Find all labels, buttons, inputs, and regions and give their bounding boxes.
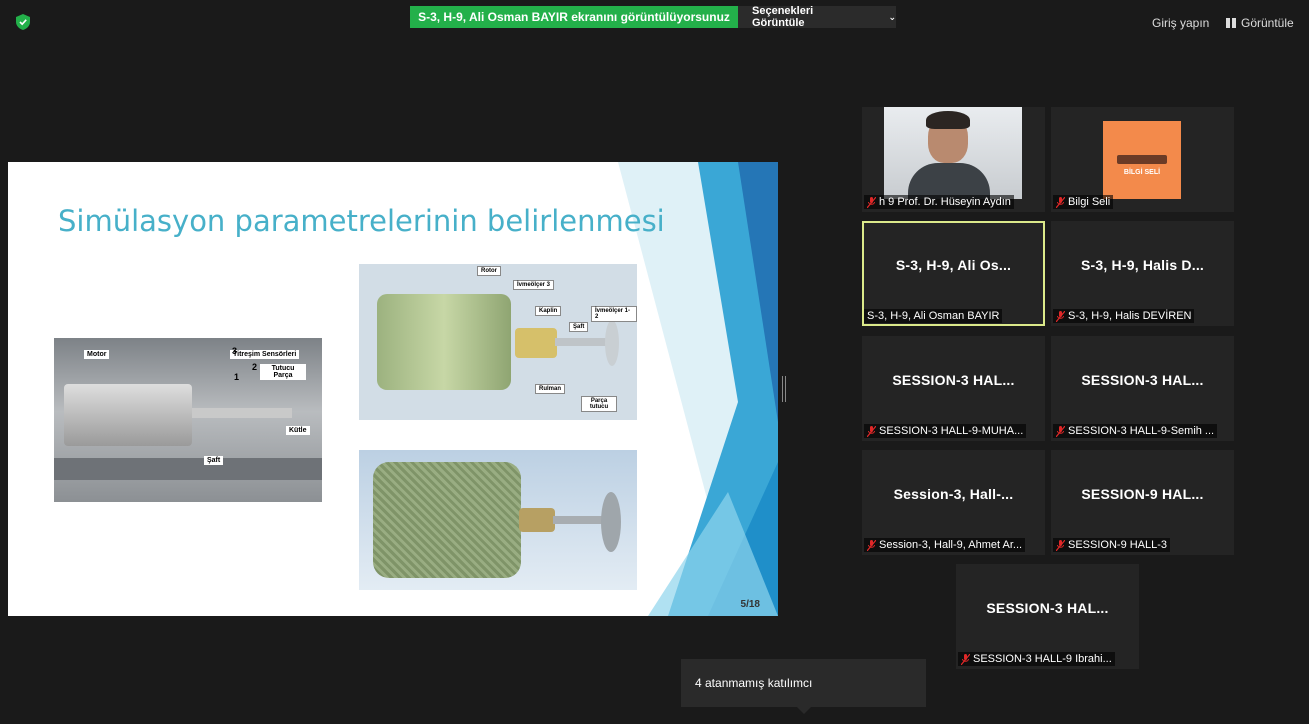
participant-name: S-3, H-9, Halis DEVİREN	[1068, 310, 1192, 322]
view-button-label: Görüntüle	[1241, 16, 1294, 30]
participant-name: Session-3, Hall-9, Ahmet Ar...	[879, 539, 1023, 551]
signin-link[interactable]: Giriş yapın	[1152, 16, 1209, 30]
mic-muted-icon	[867, 196, 876, 208]
participant-name-label: SESSION-9 HALL-3	[1053, 538, 1171, 552]
participant-display-name: SESSION-3 HAL...	[892, 371, 1015, 388]
participant-tile[interactable]: SESSION-3 HAL... SESSION-3 HALL-9 Ibrahi…	[956, 564, 1139, 669]
participant-video	[884, 107, 1022, 199]
participant-display-name: S-3, H-9, Ali Os...	[895, 256, 1012, 273]
test-rig-photo: Motor Titreşim Sensörleri Tutucu Parça K…	[54, 338, 322, 502]
mic-muted-icon	[1056, 539, 1065, 551]
participant-name: S-3, H-9, Ali Osman BAYIR	[867, 310, 1000, 322]
photo-number-3: 3	[232, 346, 238, 356]
tooltip-arrow	[797, 707, 811, 714]
participant-name-label: h 9 Prof. Dr. Hüseyin Aydın	[864, 195, 1014, 209]
mic-muted-icon	[867, 539, 876, 551]
participant-name-label: SESSION-3 HALL-9-Semih ...	[1053, 424, 1218, 438]
view-options-button[interactable]: Seçenekleri Görüntüle ⌄	[738, 5, 896, 29]
participant-display-name: SESSION-3 HAL...	[1081, 371, 1204, 388]
mic-muted-icon	[961, 653, 970, 665]
participant-name-label: S-3, H-9, Halis DEVİREN	[1053, 309, 1195, 323]
photo-label-sensors: Titreşim Sensörleri	[230, 350, 300, 359]
view-button[interactable]: Görüntüle	[1226, 16, 1294, 30]
chevron-down-icon: ⌄	[888, 11, 896, 22]
participant-display-name: SESSION-9 HAL...	[1081, 485, 1204, 502]
participant-display-name: S-3, H-9, Halis D...	[1080, 256, 1205, 273]
participant-tile[interactable]: SESSION-3 HAL... SESSION-3 HALL-9-Semih …	[1051, 336, 1234, 441]
participant-tile[interactable]: Session-3, Hall-... Session-3, Hall-9, A…	[862, 450, 1045, 555]
mic-muted-icon	[1056, 425, 1065, 437]
photo-label-mass: Kütle	[286, 426, 310, 435]
view-options-label: Seçenekleri Görüntüle	[752, 5, 814, 29]
participant-name: SESSION-3 HALL-9 Ibrahi...	[973, 653, 1112, 665]
participant-name: Bilgi Seli	[1068, 196, 1111, 208]
participant-tile[interactable]: BİLGİ SELİ Bilgi Seli	[1051, 107, 1234, 212]
mic-muted-icon	[1056, 310, 1065, 322]
photo-number-1: 1	[234, 372, 240, 382]
logo-text: BİLGİ SELİ	[1123, 169, 1161, 176]
mesh-model-render	[359, 450, 637, 590]
render-label-coupling: Kaplin	[535, 306, 562, 316]
mic-muted-icon	[1056, 196, 1065, 208]
mic-muted-icon	[867, 425, 876, 437]
participant-name-label: Bilgi Seli	[1053, 195, 1114, 209]
slide-page-number: 5/18	[740, 599, 760, 610]
render-label-acc3: İvmeölçer 3	[513, 280, 555, 290]
participant-avatar-logo: BİLGİ SELİ	[1103, 121, 1181, 199]
view-layout-icon	[1226, 18, 1236, 28]
security-shield-icon[interactable]	[16, 14, 30, 30]
render-label-bearing: Rulman	[535, 384, 566, 394]
unassigned-participants-tooltip: 4 atanmamış katılımcı	[681, 659, 926, 707]
participant-name: SESSION-3 HALL-9-Semih ...	[1068, 425, 1215, 437]
cad-model-render: Rotor İvmeölçer 3 Kaplin Şaft İvmeölçer …	[359, 264, 637, 420]
photo-label-shaft: Şaft	[204, 456, 224, 465]
render-label-shaft: Şaft	[569, 322, 589, 332]
render-label-acc12: İvmeölçer 1-2	[591, 306, 637, 322]
participant-name-label: S-3, H-9, Ali Osman BAYIR	[864, 309, 1003, 323]
participant-name-label: Session-3, Hall-9, Ahmet Ar...	[864, 538, 1026, 552]
panel-resize-handle[interactable]	[782, 376, 786, 402]
screen-share-banner: S-3, H-9, Ali Osman BAYIR ekranını görün…	[410, 6, 738, 28]
participant-name: SESSION-3 HALL-9-MUHA...	[879, 425, 1024, 437]
photo-number-2: 2	[252, 362, 258, 372]
participant-tile[interactable]: S-3, H-9, Halis D... S-3, H-9, Halis DEV…	[1051, 221, 1234, 326]
render-label-rotor: Rotor	[477, 266, 501, 276]
participant-tile[interactable]: h 9 Prof. Dr. Hüseyin Aydın	[862, 107, 1045, 212]
participant-display-name: Session-3, Hall-...	[893, 485, 1014, 502]
participant-tile[interactable]: SESSION-9 HAL... SESSION-9 HALL-3	[1051, 450, 1234, 555]
photo-label-motor: Motor	[84, 350, 110, 359]
shared-screen-slide: Simülasyon parametrelerinin belirlenmesi…	[8, 162, 778, 616]
participant-display-name: SESSION-3 HAL...	[986, 599, 1109, 616]
participant-tile[interactable]: SESSION-3 HAL... SESSION-3 HALL-9-MUHA..…	[862, 336, 1045, 441]
participant-name-label: SESSION-3 HALL-9 Ibrahi...	[958, 652, 1115, 666]
participant-name: h 9 Prof. Dr. Hüseyin Aydın	[879, 196, 1011, 208]
render-label-holder: Parça tutucu	[581, 396, 617, 412]
participant-name-label: SESSION-3 HALL-9-MUHA...	[864, 424, 1027, 438]
photo-label-holder: Tutucu Parça	[260, 364, 306, 380]
slide-title: Simülasyon parametrelerinin belirlenmesi	[58, 204, 665, 238]
participant-name: SESSION-9 HALL-3	[1068, 539, 1168, 551]
participant-tile-active-speaker[interactable]: S-3, H-9, Ali Os... S-3, H-9, Ali Osman …	[862, 221, 1045, 326]
